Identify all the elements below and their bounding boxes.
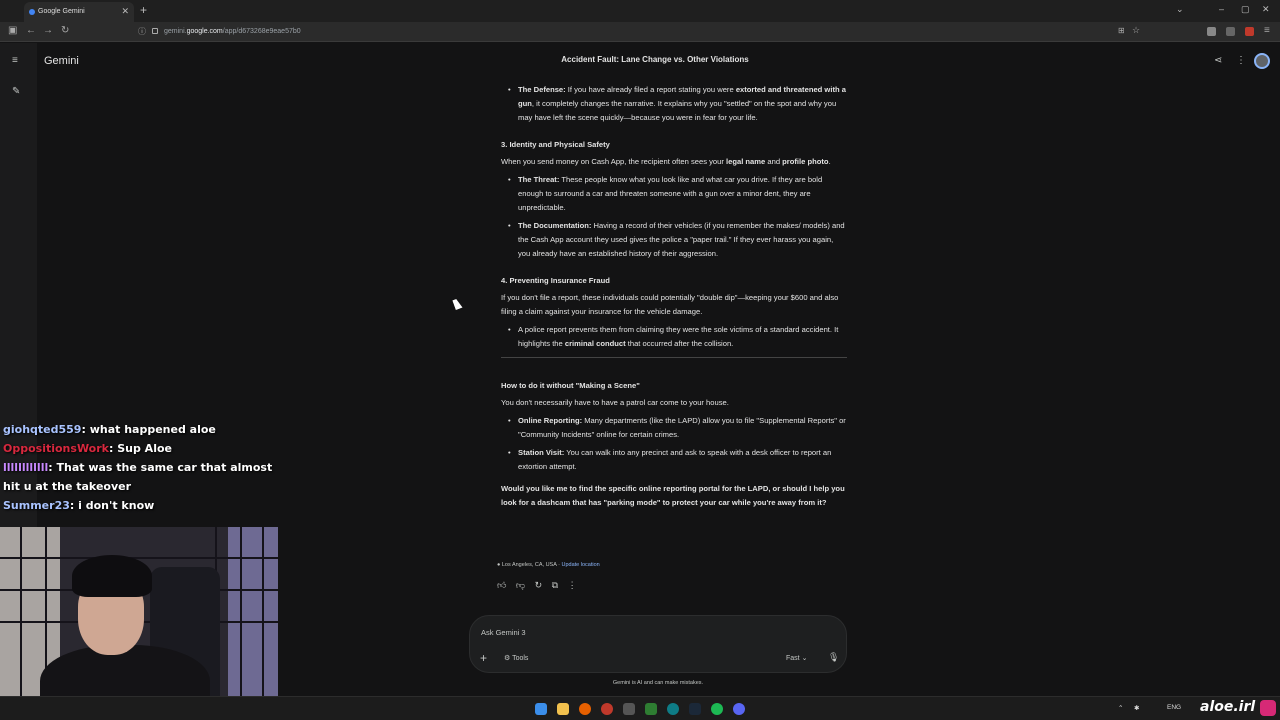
- profile-extension-icon[interactable]: [1245, 27, 1254, 36]
- main-menu-icon[interactable]: ≡: [12, 55, 18, 66]
- list-item: Online Reporting: Many departments (like…: [508, 414, 847, 442]
- app-icon[interactable]: [623, 703, 635, 715]
- prompt-box[interactable]: Ask Gemini 3 + ⚙ Tools Fast ⌄ 🎙︎: [469, 615, 847, 673]
- file-explorer-icon[interactable]: [557, 703, 569, 715]
- copy-icon[interactable]: ⧉: [552, 580, 558, 590]
- location-pin-icon: ●: [497, 562, 501, 568]
- browser-tab[interactable]: Google Gemini ✕: [24, 2, 134, 22]
- minimize-icon[interactable]: –: [1219, 4, 1224, 14]
- taskbar: ⌃ ✱ ENG aloe.irl: [0, 696, 1280, 720]
- lock-icon: [152, 28, 158, 34]
- tab-title: Google Gemini: [38, 8, 85, 15]
- spotify-icon[interactable]: [711, 703, 723, 715]
- section-heading: 3. Identity and Physical Safety: [501, 140, 610, 149]
- more-icon[interactable]: ⋮: [568, 580, 577, 590]
- forward-icon[interactable]: →: [43, 25, 53, 36]
- regenerate-icon[interactable]: ↻: [535, 580, 543, 590]
- chat-message: Summer23: i don't know: [3, 499, 155, 512]
- close-window-icon[interactable]: ✕: [1262, 4, 1270, 15]
- new-tab-icon[interactable]: +: [140, 3, 147, 17]
- thumbs-down-icon[interactable]: 👎︎: [516, 580, 525, 590]
- update-location-link[interactable]: Update location: [561, 562, 599, 568]
- maximize-icon[interactable]: ▢: [1241, 4, 1250, 15]
- divider: [501, 357, 847, 358]
- webcam-overlay: [0, 527, 278, 720]
- more-options-icon[interactable]: ⋮: [1236, 55, 1246, 66]
- response-content: The Defense: If you have already filed a…: [501, 83, 847, 510]
- gemini-favicon-icon: [29, 9, 35, 15]
- conversation-title[interactable]: Accident Fault: Lane Change vs. Other Vi…: [500, 55, 810, 64]
- tab-list-icon[interactable]: ⌄: [1176, 4, 1184, 15]
- cam-backlight: [228, 527, 278, 720]
- url-field[interactable]: gemini.google.com/app/d673268e9eae57b0: [152, 25, 1112, 39]
- prompt-input[interactable]: Ask Gemini 3: [481, 628, 526, 637]
- section-heading: 4. Preventing Insurance Fraud: [501, 276, 610, 285]
- tray-chevron-icon[interactable]: ⌃: [1118, 704, 1123, 712]
- thumbs-up-icon[interactable]: 👍︎: [497, 580, 506, 590]
- back-icon[interactable]: ←: [26, 25, 36, 36]
- list-item: Station Visit: You can walk into any pre…: [508, 446, 847, 474]
- disclaimer: Gemini is AI and can make mistakes.: [612, 680, 704, 686]
- paragraph: If you don't file a report, these indivi…: [501, 293, 839, 316]
- reload-icon[interactable]: ↻: [61, 25, 69, 36]
- instagram-icon: [1260, 700, 1276, 716]
- app-brand[interactable]: Gemini: [44, 55, 79, 67]
- microphone-icon[interactable]: 🎙︎: [828, 652, 839, 663]
- site-info-icon[interactable]: ⓘ: [138, 26, 146, 37]
- address-bar: ▣ ← → ↻ ⓘ gemini.google.com/app/d673268e…: [0, 22, 1280, 42]
- defense-list: The Defense: If you have already filed a…: [501, 83, 847, 125]
- fraud-list: A police report prevents them from claim…: [501, 323, 847, 351]
- app-icon[interactable]: [667, 703, 679, 715]
- safety-list: The Threat: These people know what you l…: [501, 173, 847, 261]
- list-item: The Defense: If you have already filed a…: [508, 83, 847, 125]
- extension-icon[interactable]: [1207, 27, 1216, 36]
- avatar[interactable]: [1254, 53, 1270, 69]
- tools-button[interactable]: ⚙ Tools: [504, 654, 528, 662]
- response-actions: 👍︎ 👎︎ ↻ ⧉ ⋮: [497, 580, 584, 591]
- firefox-icon[interactable]: [579, 703, 591, 715]
- bookmark-star-icon[interactable]: ☆: [1132, 25, 1140, 36]
- tools-icon: ⚙: [504, 655, 513, 662]
- chat-message: giohqted559: what happened aloe: [3, 423, 216, 436]
- chevron-down-icon: ⌄: [801, 655, 808, 662]
- app-icon[interactable]: [601, 703, 613, 715]
- new-chat-icon[interactable]: ✎: [12, 86, 20, 97]
- list-item: The Threat: These people know what you l…: [508, 173, 847, 215]
- tray-settings-icon[interactable]: ✱: [1134, 704, 1139, 712]
- paragraph: When you send money on Cash App, the rec…: [501, 157, 831, 166]
- list-item: A police report prevents them from claim…: [508, 323, 847, 351]
- followup-question: Would you like me to find the specific o…: [501, 484, 845, 507]
- list-item: The Documentation: Having a record of th…: [508, 219, 847, 261]
- language-indicator[interactable]: ENG: [1167, 704, 1181, 711]
- sidebar-toggle-icon[interactable]: ▣: [8, 25, 17, 36]
- paragraph: You don't necessarily have to have a pat…: [501, 398, 729, 407]
- browser-menu-icon[interactable]: ≡: [1264, 25, 1270, 36]
- share-icon[interactable]: ⋖: [1214, 55, 1222, 66]
- stream-chat-overlay: giohqted559: what happened aloe Oppositi…: [3, 420, 283, 515]
- section-heading: How to do it without "Making a Scene": [501, 381, 640, 390]
- mode-selector[interactable]: Fast ⌄: [786, 654, 807, 662]
- extensions-puzzle-icon[interactable]: [1226, 27, 1235, 36]
- chat-message: llllllllllll: That was the same car that…: [3, 461, 273, 493]
- streamer-brand-watermark: aloe.irl: [1200, 699, 1256, 715]
- steam-icon[interactable]: [689, 703, 701, 715]
- windows-start-icon[interactable]: [535, 703, 547, 715]
- app-icon[interactable]: [645, 703, 657, 715]
- browser-tab-bar: Google Gemini ✕ + ⌄ – ▢ ✕: [0, 0, 1280, 22]
- howto-list: Online Reporting: Many departments (like…: [501, 414, 847, 474]
- translate-icon[interactable]: ⊞: [1118, 26, 1125, 35]
- streamer-hair: [72, 555, 152, 597]
- chat-message: OppositionsWork: Sup Aloe: [3, 442, 172, 455]
- discord-icon[interactable]: [733, 703, 745, 715]
- add-icon[interactable]: +: [480, 651, 487, 665]
- close-tab-icon[interactable]: ✕: [121, 6, 129, 17]
- location-line: ● Los Angeles, CA, USA · Update location: [497, 562, 600, 568]
